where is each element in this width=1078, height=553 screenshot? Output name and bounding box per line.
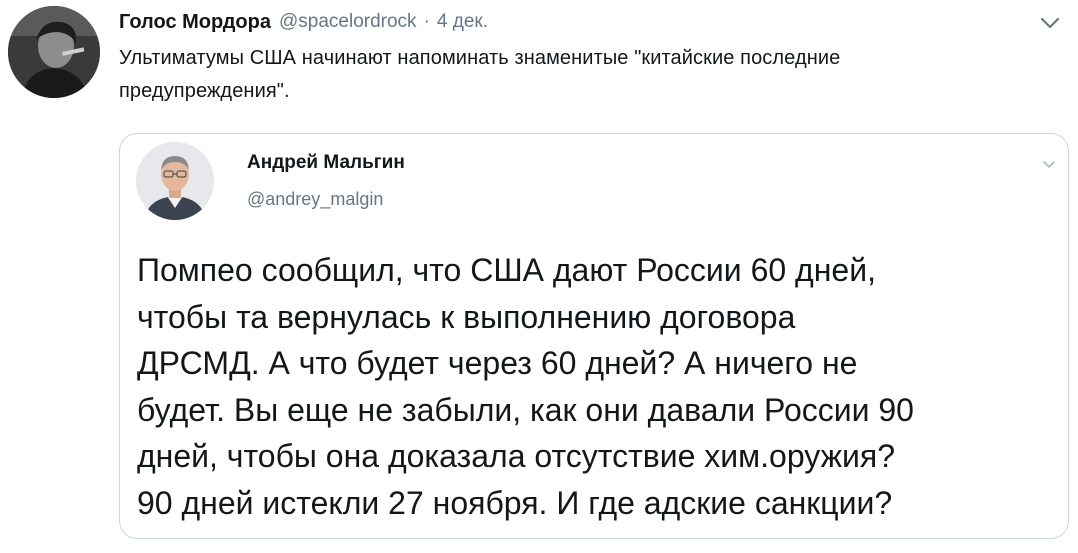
timestamp[interactable]: 4 дек. xyxy=(437,11,488,33)
display-name[interactable]: Голос Мордора xyxy=(119,11,271,34)
tweet-header: Голос Мордора @spacelordrock · 4 дек. xyxy=(119,8,488,36)
separator-dot: · xyxy=(423,11,430,32)
quoted-text-line: 90 дней истекли 27 ноября. И где адские … xyxy=(137,484,893,521)
quoted-text-line: будет. Вы еще не забыли, как они давали … xyxy=(137,391,914,428)
tweet-text-line: предупреждения". xyxy=(119,80,290,102)
tweet-text-line: Ультиматумы США начинают напоминать знам… xyxy=(119,47,841,69)
avatar-photo-icon xyxy=(8,6,100,98)
quoted-text-line: дней, чтобы она доказала отсутствие хим.… xyxy=(137,438,896,474)
quoted-display-name[interactable]: Андрей Мальгин xyxy=(247,152,405,174)
quoted-text-line: чтобы та вернулась к выполнению договора xyxy=(137,298,796,335)
quoted-tweet-text: Помпео сообщил, что США дают России 60 д… xyxy=(137,247,1057,526)
chevron-down-icon[interactable] xyxy=(1036,12,1064,34)
quoted-user-handle[interactable]: @andrey_malgin xyxy=(247,189,383,210)
quoted-avatar[interactable] xyxy=(136,142,214,220)
chevron-down-icon[interactable] xyxy=(1040,158,1058,172)
avatar[interactable] xyxy=(8,6,100,98)
tweet-text: Ультиматумы США начинают напоминать знам… xyxy=(119,42,1059,108)
quoted-avatar-photo-icon xyxy=(136,142,214,220)
quoted-text-line: ДРСМД. А что будет через 60 дней? А ниче… xyxy=(137,345,858,381)
quoted-text-line: Помпео сообщил, что США дают России 60 д… xyxy=(137,252,876,288)
tweet: Голос Мордора @spacelordrock · 4 дек. Ул… xyxy=(0,0,1078,553)
quoted-tweet-card[interactable]: Андрей Мальгин @andrey_malgin Помпео соо… xyxy=(119,133,1069,539)
user-handle[interactable]: @spacelordrock xyxy=(279,11,417,33)
